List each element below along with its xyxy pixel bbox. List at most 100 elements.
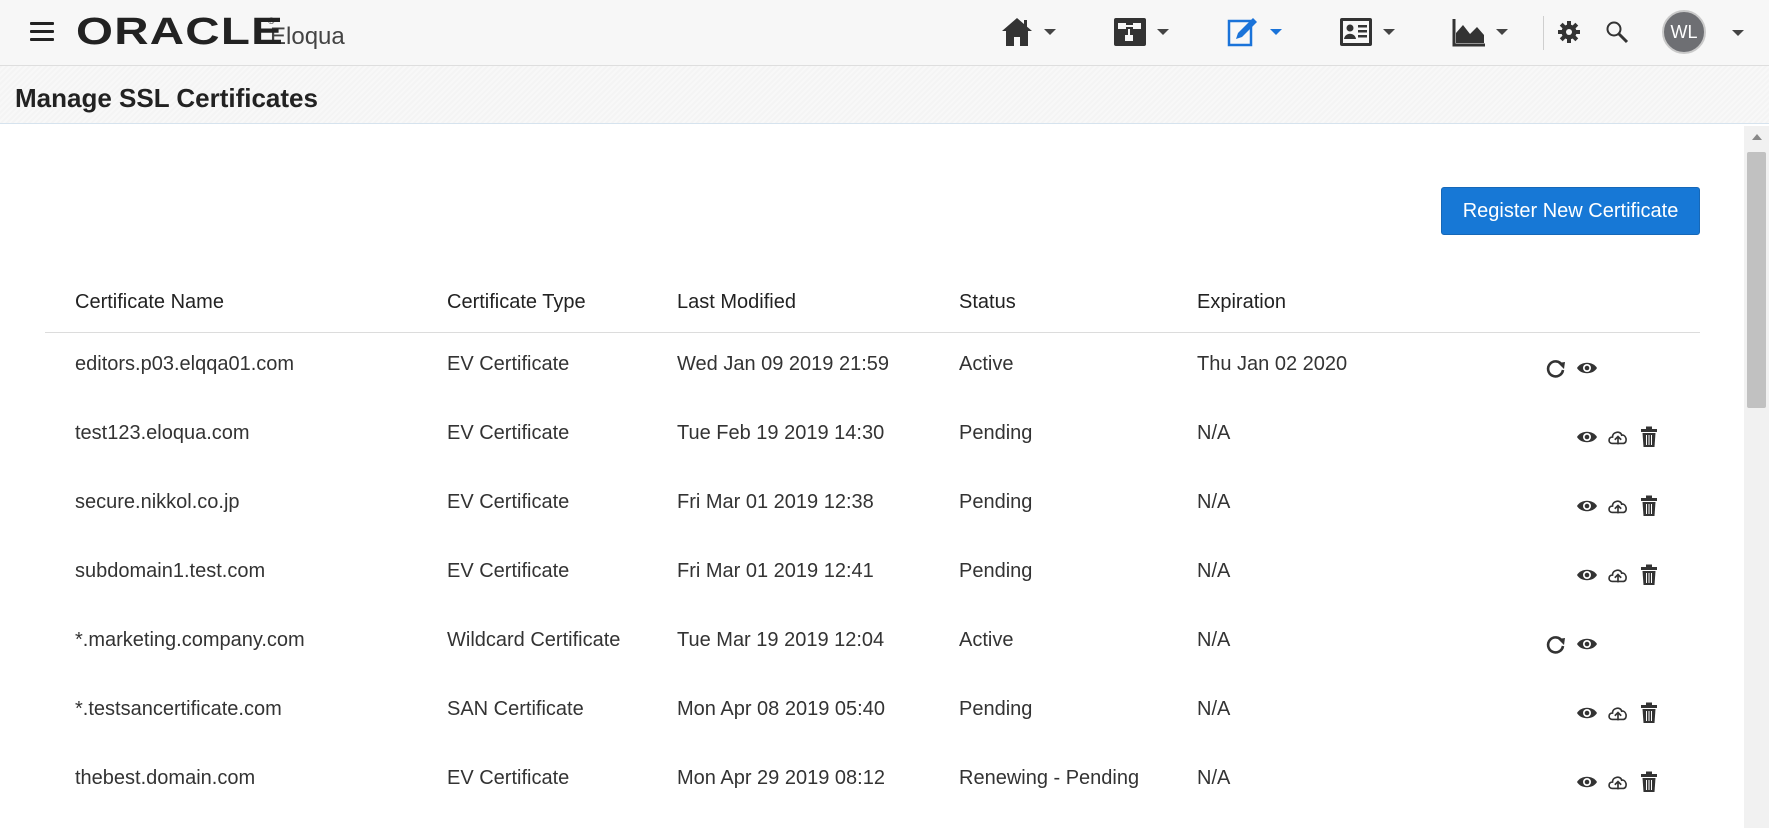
delete-icon[interactable]	[1638, 564, 1660, 586]
cell-expiration: N/A	[1197, 629, 1231, 651]
top-navigation-bar: ORACLE ® Eloqua WL	[0, 0, 1769, 66]
cell-last-modified: Mon Apr 29 2019 08:12	[677, 767, 885, 789]
cell-certificate-name: *.testsancertificate.com	[75, 698, 282, 720]
cell-certificate-type: EV Certificate	[447, 491, 570, 513]
nav-assets[interactable]	[1226, 14, 1282, 50]
view-icon[interactable]	[1576, 633, 1598, 655]
brand-logo[interactable]: ORACLE ® Eloqua	[76, 13, 345, 51]
table-row: *.marketing.company.com Wildcard Certific…	[45, 609, 1700, 678]
upload-icon[interactable]	[1607, 495, 1629, 517]
cell-status: Pending	[959, 560, 1033, 582]
page-title: Manage SSL Certificates	[15, 83, 318, 113]
cell-certificate-type: EV Certificate	[447, 422, 570, 444]
cell-status: Active	[959, 629, 1014, 651]
table-row: test123.eloqua.com EV Certificate Tue Feb …	[45, 402, 1700, 471]
upload-icon[interactable]	[1607, 426, 1629, 448]
cell-expiration: N/A	[1197, 767, 1231, 789]
row-actions	[1576, 564, 1669, 586]
user-avatar[interactable]: WL	[1662, 10, 1706, 54]
view-icon[interactable]	[1576, 357, 1598, 379]
nav-orchestration[interactable]	[1113, 14, 1169, 50]
header-expiration: Expiration	[1197, 291, 1286, 313]
view-icon[interactable]	[1576, 495, 1598, 517]
cell-last-modified: Wed Jan 09 2019 21:59	[677, 353, 890, 375]
row-actions	[1545, 357, 1607, 379]
view-icon[interactable]	[1576, 771, 1598, 793]
page-header: Manage SSL Certificates	[0, 66, 1769, 124]
delete-icon[interactable]	[1638, 771, 1660, 793]
cell-expiration: N/A	[1197, 491, 1231, 513]
view-icon[interactable]	[1576, 564, 1598, 586]
analytics-icon	[1452, 19, 1485, 47]
brand-mark: ®	[268, 16, 275, 26]
upload-icon[interactable]	[1607, 564, 1629, 586]
contact-card-icon	[1340, 18, 1372, 46]
cell-certificate-type: EV Certificate	[447, 353, 570, 375]
register-new-certificate-button[interactable]: Register New Certificate	[1441, 187, 1700, 235]
nav-home[interactable]	[1000, 14, 1056, 50]
cell-certificate-name: *.marketing.company.com	[75, 629, 305, 651]
settings-button[interactable]	[1557, 14, 1581, 50]
search-button[interactable]	[1605, 14, 1629, 50]
cell-last-modified: Fri Mar 01 2019 12:41	[677, 560, 874, 582]
cell-last-modified: Fri Mar 01 2019 12:38	[677, 491, 874, 513]
cell-expiration: N/A	[1197, 422, 1231, 444]
pencil-icon	[1227, 18, 1257, 47]
cell-status: Pending	[959, 491, 1033, 513]
cell-status: Pending	[959, 698, 1033, 720]
header-last-modified: Last Modified	[677, 291, 796, 313]
row-actions	[1576, 771, 1669, 793]
table-row: *.testsancertificate.com SAN Certificate M…	[45, 678, 1700, 747]
cell-certificate-type: SAN Certificate	[447, 698, 584, 720]
nav-contacts[interactable]	[1339, 14, 1395, 50]
view-icon[interactable]	[1576, 702, 1598, 724]
delete-icon[interactable]	[1638, 426, 1660, 448]
chevron-down-icon	[1270, 29, 1282, 35]
cell-expiration: Thu Jan 02 2020	[1197, 353, 1348, 375]
cell-certificate-type: EV Certificate	[447, 560, 570, 582]
chevron-down-icon	[1496, 29, 1508, 35]
row-actions	[1576, 495, 1669, 517]
table-body: editors.p03.elqqa01.com EV Certificate Wed…	[45, 333, 1700, 816]
cell-expiration: N/A	[1197, 698, 1231, 720]
header-certificate-name: Certificate Name	[75, 291, 224, 313]
table-row: subdomain1.test.com EV Certificate Fri Mar…	[45, 540, 1700, 609]
home-icon	[1002, 18, 1032, 46]
view-icon[interactable]	[1576, 426, 1598, 448]
cell-certificate-name: subdomain1.test.com	[75, 560, 266, 582]
table-header: Certificate Name Certificate Type Last M…	[45, 286, 1700, 333]
scroll-up-arrow[interactable]	[1752, 134, 1762, 140]
cell-last-modified: Tue Feb 19 2019 14:30	[677, 422, 885, 444]
row-actions	[1576, 426, 1669, 448]
cell-status: Active	[959, 353, 1014, 375]
cell-certificate-name: editors.p03.elqqa01.com	[75, 353, 295, 375]
gear-icon	[1558, 21, 1580, 43]
row-actions	[1576, 702, 1669, 724]
header-certificate-type: Certificate Type	[447, 291, 586, 313]
vertical-scrollbar[interactable]	[1744, 126, 1769, 828]
cell-certificate-type: Wildcard Certificate	[447, 629, 621, 651]
delete-icon[interactable]	[1638, 702, 1660, 724]
cell-expiration: N/A	[1197, 560, 1231, 582]
scroll-thumb[interactable]	[1747, 152, 1766, 408]
renew-icon[interactable]	[1545, 633, 1567, 655]
menu-icon[interactable]	[30, 22, 54, 42]
upload-icon[interactable]	[1607, 771, 1629, 793]
cell-status: Pending	[959, 422, 1033, 444]
cell-status: Renewing - Pending	[959, 767, 1140, 789]
renew-icon[interactable]	[1545, 357, 1567, 379]
chevron-down-icon	[1383, 29, 1395, 35]
cell-certificate-name: test123.eloqua.com	[75, 422, 250, 444]
nav-analytics[interactable]	[1452, 14, 1508, 50]
cell-certificate-name: thebest.domain.com	[75, 767, 256, 789]
cell-last-modified: Mon Apr 08 2019 05:40	[677, 698, 885, 720]
chevron-down-icon[interactable]	[1732, 30, 1744, 36]
header-status: Status	[959, 291, 1016, 313]
search-icon	[1606, 21, 1629, 44]
cell-certificate-type: EV Certificate	[447, 767, 570, 789]
table-row: thebest.domain.com EV Certificate Mon Apr …	[45, 747, 1700, 816]
delete-icon[interactable]	[1638, 495, 1660, 517]
table-row: editors.p03.elqqa01.com EV Certificate Wed…	[45, 333, 1700, 402]
chevron-down-icon	[1044, 29, 1056, 35]
upload-icon[interactable]	[1607, 702, 1629, 724]
